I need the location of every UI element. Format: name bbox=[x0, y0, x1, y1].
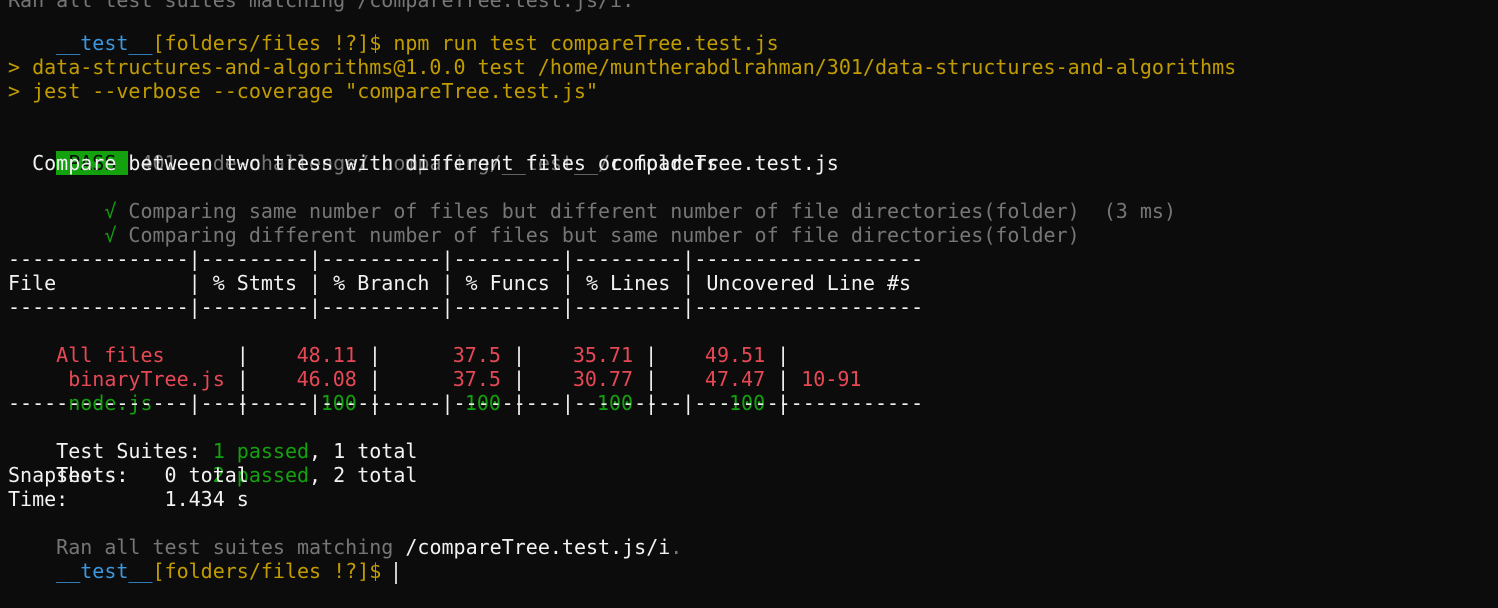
check-icon: √ bbox=[56, 223, 129, 247]
coverage-uncovered: 10-91 bbox=[801, 367, 862, 391]
prompt-user: __test__ bbox=[56, 31, 153, 55]
terminal-window[interactable]: Ran all test suites matching /compareTre… bbox=[0, 0, 1498, 584]
coverage-separator: ---------------|---------|----------|---… bbox=[8, 295, 924, 319]
coverage-row: binaryTree.js | 46.08 | 37.5 | 30.77 | 47.47… bbox=[56, 367, 862, 391]
coverage-row: All files | 48.11 | 37.5 | 35.71 | 49.51 | bbox=[56, 343, 802, 367]
ran-suffix: . bbox=[670, 535, 683, 559]
ran-pattern: /compareTree.test.js/i bbox=[405, 535, 671, 559]
summary-suites: Test Suites: 1 passed, 1 total bbox=[8, 415, 417, 463]
coverage-separator: ---------------|---------|----------|---… bbox=[8, 247, 924, 271]
summary-total: , 2 total bbox=[309, 463, 418, 487]
test-case-line: √ Comparing different number of files bu… bbox=[8, 199, 1079, 247]
prompt-line-current[interactable]: __test__[folders/files !?]$ bbox=[8, 535, 398, 584]
ran-all-line: Ran all test suites matching /compareTre… bbox=[8, 511, 682, 559]
test-case-line: √ Comparing same number of files but dif… bbox=[8, 175, 1176, 223]
summary-snapshots: Snapshots: 0 total bbox=[8, 463, 249, 487]
test-result-line: PASS 401-code-challenge/ comparing/__tes… bbox=[8, 127, 839, 175]
test-case-name: Comparing different number of files but … bbox=[128, 223, 1080, 247]
summary-tests: Tests: 2 passed, 2 total bbox=[8, 439, 417, 487]
npm-jest-line: > jest --verbose --coverage "compareTree… bbox=[8, 79, 599, 103]
prompt-path: [folders/files !?]$ bbox=[152, 559, 394, 583]
text-cursor bbox=[395, 561, 398, 584]
coverage-separator: ---------------|---------|----------|---… bbox=[8, 391, 924, 415]
coverage-header: File | % Stmts | % Branch | % Funcs | % … bbox=[8, 271, 924, 295]
describe-line: Compare between two tress with different… bbox=[8, 151, 719, 175]
npm-script-line: > data-structures-and-algorithms@1.0.0 t… bbox=[8, 55, 1237, 79]
prompt-line: __test__[folders/files !?]$ npm run test… bbox=[8, 7, 778, 55]
prompt-user: __test__ bbox=[56, 559, 153, 583]
summary-time: Time: 1.434 s bbox=[8, 487, 249, 511]
coverage-row: node.js | 100 | 100 | 100 | 100 | bbox=[56, 391, 802, 415]
prompt-command: [folders/files !?]$ npm run test compare… bbox=[152, 31, 779, 55]
